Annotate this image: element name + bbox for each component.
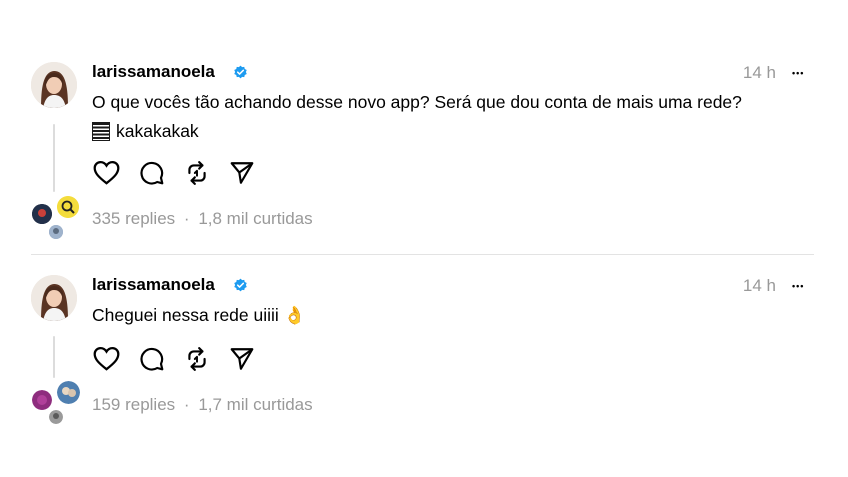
memo-icon	[92, 122, 110, 141]
more-icon[interactable]: •••	[792, 281, 804, 291]
replies-count[interactable]: 159 replies	[92, 395, 175, 414]
stats-separator: ·	[183, 209, 190, 228]
comment-icon[interactable]	[137, 344, 166, 373]
repost-icon[interactable]	[182, 344, 211, 373]
divider	[31, 254, 814, 255]
likes-count[interactable]: 1,8 mil curtidas	[198, 209, 312, 228]
reply-avatar	[49, 410, 63, 424]
avatar[interactable]	[31, 62, 77, 108]
share-icon[interactable]	[227, 344, 256, 373]
post-stats: 335 replies · 1,8 mil curtidas	[92, 209, 313, 229]
post-text-line: O que vocês tão achando desse novo app? …	[92, 92, 742, 112]
repost-icon[interactable]	[182, 158, 211, 187]
heart-icon[interactable]	[92, 158, 121, 187]
replies-count[interactable]: 335 replies	[92, 209, 175, 228]
post-time: 14 h	[742, 276, 776, 295]
reply-avatar	[57, 196, 79, 218]
post-text-line: Cheguei nessa rede uiiii 👌	[92, 305, 306, 325]
post-text: Cheguei nessa rede uiiii 👌	[92, 301, 305, 330]
post-actions	[92, 158, 256, 187]
post-text-line: kakakakak	[92, 117, 742, 146]
post-stats: 159 replies · 1,7 mil curtidas	[92, 395, 313, 415]
post-actions	[92, 344, 256, 373]
thread-line	[53, 124, 55, 192]
likes-count[interactable]: 1,7 mil curtidas	[198, 395, 312, 414]
more-icon[interactable]: •••	[792, 68, 804, 78]
reply-avatar	[49, 225, 63, 239]
stats-separator: ·	[183, 395, 190, 414]
post-time: 14 h	[742, 63, 776, 82]
verified-icon	[234, 278, 247, 292]
comment-icon[interactable]	[137, 158, 166, 187]
avatar[interactable]	[31, 275, 77, 321]
post-text: O que vocês tão achando desse novo app? …	[92, 88, 742, 146]
share-icon[interactable]	[227, 158, 256, 187]
verified-icon	[234, 65, 247, 79]
reply-avatar	[32, 390, 52, 410]
reply-avatar	[57, 381, 80, 404]
reply-avatar	[32, 204, 52, 224]
username[interactable]: larissamanoela	[92, 62, 215, 82]
heart-icon[interactable]	[92, 344, 121, 373]
username[interactable]: larissamanoela	[92, 275, 215, 295]
thread-line	[53, 336, 55, 378]
